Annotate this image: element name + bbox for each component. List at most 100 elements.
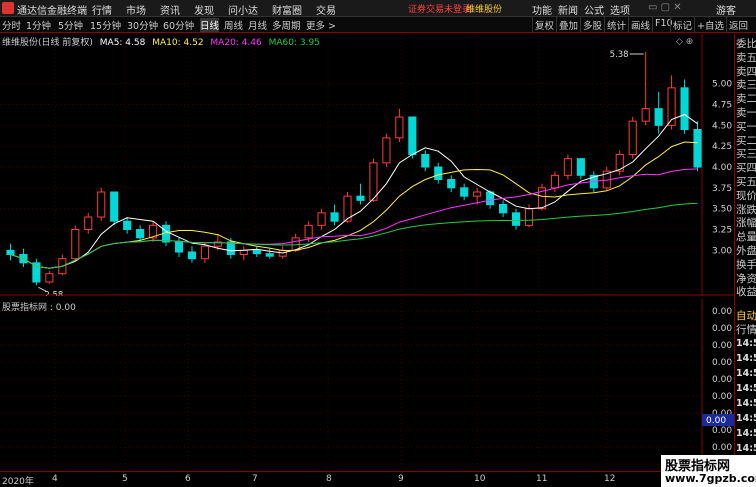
candle[interactable] <box>447 175 456 192</box>
candle[interactable] <box>460 183 469 201</box>
date-month-6: 6 <box>185 474 191 484</box>
menu-trade[interactable]: 交易 <box>316 2 336 17</box>
side-item-label: 外盘 <box>736 245 756 257</box>
candle[interactable] <box>602 167 611 191</box>
date-month-4: 4 <box>52 474 58 484</box>
side-item-label: 卖四 <box>736 65 756 78</box>
side-time-label: 14:50 <box>736 443 756 454</box>
period-more[interactable]: 更多 > <box>306 18 336 32</box>
period-daily[interactable]: 日线 <box>200 18 220 32</box>
candle[interactable] <box>421 150 430 172</box>
candle[interactable] <box>499 200 508 217</box>
indicator-tick-label: 0.00 <box>712 426 732 436</box>
candle[interactable] <box>123 217 132 234</box>
price-tick-label: 4.25 <box>712 142 732 152</box>
side-item-label: 总量 <box>736 231 756 244</box>
price-tick-label: 3.25 <box>712 226 732 236</box>
indicator-tick-label: 0.00 <box>712 443 732 453</box>
menu-formula[interactable]: 公式 <box>584 2 604 17</box>
candle[interactable] <box>563 154 572 180</box>
candle[interactable] <box>252 246 261 257</box>
candle[interactable] <box>356 183 365 205</box>
menu-newsfeed[interactable]: 新闻 <box>558 2 578 17</box>
period-30min[interactable]: 30分钟 <box>127 18 158 32</box>
draw-line-button[interactable]: 画线 <box>628 17 652 32</box>
legend-ma20: MA20: 4.46 <box>210 38 262 48</box>
candle[interactable] <box>45 271 54 284</box>
candle[interactable] <box>6 243 15 261</box>
candle[interactable] <box>71 225 80 261</box>
side-item-label: 卖一 <box>736 107 756 119</box>
menu-function[interactable]: 功能 <box>532 2 552 17</box>
legend-ma60: MA60: 3.95 <box>268 38 320 48</box>
candle[interactable] <box>641 52 650 126</box>
period-timeshare[interactable]: 分时 <box>2 18 21 32</box>
period-multi[interactable]: 多周期 <box>272 18 301 32</box>
menu-ask[interactable]: 问小达 <box>228 2 258 17</box>
window-controls-icon[interactable]: ▭ ▢ ✕ <box>648 2 682 13</box>
price-tick-label: 3.50 <box>712 205 732 215</box>
candle[interactable] <box>434 162 443 184</box>
mark-button[interactable]: 标记 <box>670 17 694 32</box>
menu-market-quotes[interactable]: 行情 <box>92 2 112 17</box>
side-time-label: 14:50 <box>736 338 756 349</box>
side-auto-label[interactable]: 自动 <box>736 308 756 323</box>
side-time-label: 14:50 <box>736 398 756 409</box>
candle[interactable] <box>693 121 702 172</box>
indicator-panel[interactable]: 0.000.000.000.000.000.000.000.000.000.00… <box>0 299 734 471</box>
add-favorite-button[interactable]: +自选 <box>694 17 726 32</box>
period-weekly[interactable]: 周线 <box>224 18 243 32</box>
candle[interactable] <box>408 116 417 159</box>
candle[interactable] <box>32 258 41 286</box>
side-item-label: 委比 <box>736 38 756 50</box>
candle[interactable] <box>576 158 585 180</box>
candle[interactable] <box>667 75 676 130</box>
side-trade-label[interactable]: 行情 <box>736 322 756 337</box>
period-5min[interactable]: 5分钟 <box>58 18 83 32</box>
chart-settings-icon[interactable]: ◇ ⊕ <box>676 37 693 47</box>
menu-market[interactable]: 市场 <box>126 2 146 17</box>
period-15min[interactable]: 15分钟 <box>90 18 121 32</box>
adjust-button[interactable]: 复权 <box>532 17 556 32</box>
period-monthly[interactable]: 月线 <box>248 18 267 32</box>
side-item-label: 涨幅 <box>736 217 756 230</box>
indicator-tick-label: 0.00 <box>712 307 732 317</box>
current-stock-notice[interactable]: 维维股份 <box>466 2 502 15</box>
menu-news[interactable]: 资讯 <box>160 2 180 17</box>
side-item-label: 卖三 <box>736 79 756 92</box>
side-time-label: 14:50 <box>736 413 756 424</box>
menu-options[interactable]: 选项 <box>610 2 630 17</box>
candle[interactable] <box>149 221 158 242</box>
candle[interactable] <box>628 117 637 159</box>
period-60min[interactable]: 60分钟 <box>163 18 194 32</box>
trade-login-notice[interactable]: 证券交易未登录 <box>408 2 471 15</box>
indicator-tick-label: 0.00 <box>712 341 732 351</box>
period-1min[interactable]: 1分钟 <box>26 18 51 32</box>
chart-legend: 维维股份(日线 前复权) MA5: 4.58 MA10: 4.52 MA20: … <box>2 35 324 48</box>
candle[interactable] <box>654 92 663 134</box>
date-month-10: 10 <box>474 474 486 484</box>
candle[interactable] <box>330 204 339 226</box>
back-button[interactable]: 返回 <box>726 17 756 32</box>
user-label[interactable]: 游客 <box>716 2 736 17</box>
candle[interactable] <box>239 246 248 261</box>
side-item-label: 涨跌 <box>736 203 756 216</box>
candle[interactable] <box>317 208 326 230</box>
menu-discover[interactable]: 发现 <box>194 2 214 17</box>
multi-stock-button[interactable]: 多股 <box>580 17 604 32</box>
candle[interactable] <box>680 79 689 134</box>
candle[interactable] <box>395 108 404 142</box>
overlay-button[interactable]: 叠加 <box>556 17 580 32</box>
candle[interactable] <box>382 133 391 167</box>
candle[interactable] <box>615 150 624 176</box>
candle[interactable] <box>187 246 197 263</box>
candlestick-chart[interactable]: 5.00 4.75 4.50 4.25 4.00 3.75 3.50 3.25 3.00 ◇ ⊕ 5… <box>0 34 734 296</box>
candle[interactable] <box>84 212 93 234</box>
legend-stock: 维维股份(日线 前复权) <box>2 38 93 48</box>
candle[interactable] <box>511 208 521 230</box>
candle[interactable] <box>97 187 106 222</box>
candle[interactable] <box>110 191 119 226</box>
menu-wealth[interactable]: 财富圈 <box>272 2 302 17</box>
statistics-button[interactable]: 统计 <box>604 17 628 32</box>
date-month-11: 11 <box>536 474 548 484</box>
